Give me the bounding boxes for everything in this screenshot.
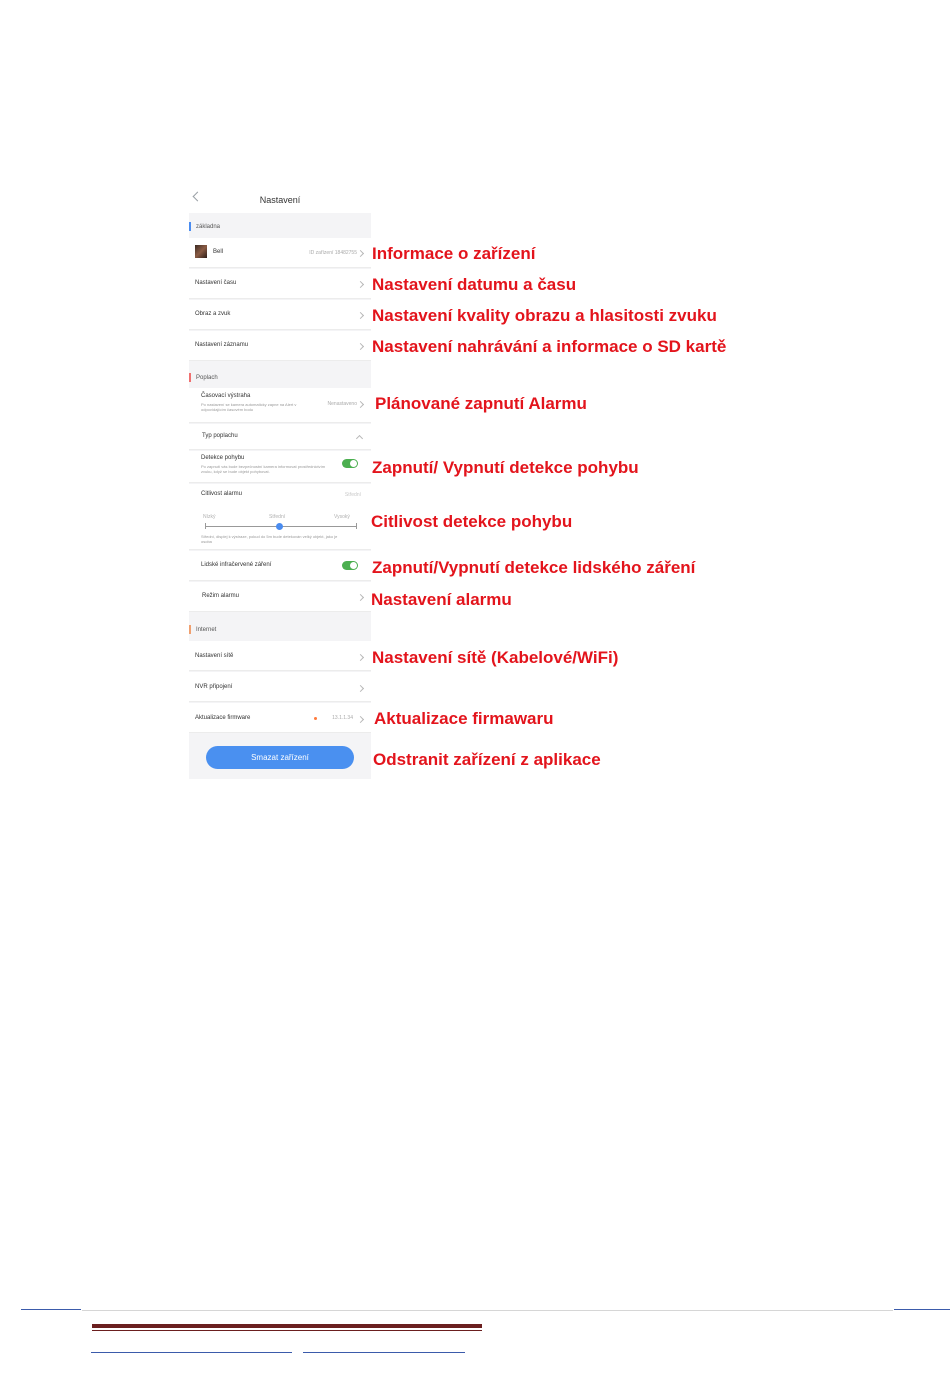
alarm-sensitivity-label: Citlivost alarmu xyxy=(201,491,243,497)
annotation-image-sound: Nastavení kvality obrazu a hlasitosti zv… xyxy=(372,306,717,325)
annotation-device-info: Informace o zařízení xyxy=(372,244,536,263)
chevron-right-icon xyxy=(356,684,365,693)
image-sound-row[interactable]: Obraz a zvuk xyxy=(189,300,371,330)
footer-link-underline[interactable] xyxy=(91,1352,292,1353)
timed-alert-label: Časovací výstraha xyxy=(201,393,251,399)
motion-detection-row: Detekce pohybu Po zapnutí vás bude bezpe… xyxy=(189,451,371,483)
time-settings-row[interactable]: Nastavení času xyxy=(189,269,371,299)
slider-tick xyxy=(356,523,357,529)
alarm-mode-row[interactable]: Režim alarmu xyxy=(189,582,371,612)
annotation-alarm-settings: Nastavení alarmu xyxy=(371,590,512,609)
footer-link-underline[interactable] xyxy=(303,1352,465,1353)
phone-settings-screenshot: Nastavení základna Bell ID zařízení 1848… xyxy=(189,183,371,779)
footer-brown-line xyxy=(92,1330,482,1331)
sensitivity-low-label: Nízký xyxy=(203,514,216,520)
network-settings-row[interactable]: Nastavení sítě xyxy=(189,641,371,671)
section-internet: Internet xyxy=(189,623,371,637)
device-row[interactable]: Bell ID zařízení 18482755 xyxy=(189,238,371,268)
nvr-label: NVR připojení xyxy=(195,684,233,690)
chevron-right-icon xyxy=(356,280,365,289)
slider-tick xyxy=(205,523,206,529)
record-settings-row[interactable]: Nastavení záznamu xyxy=(189,331,371,361)
sensitivity-description: Střední, displej k výstraze, pokud do 5m… xyxy=(201,534,338,544)
sensitivity-slider-knob[interactable] xyxy=(276,523,283,530)
chevron-right-icon xyxy=(356,715,365,724)
timed-alert-row[interactable]: Časovací výstraha Po nastavení se kamera… xyxy=(189,388,371,423)
network-settings-label: Nastavení sítě xyxy=(195,653,234,659)
page-title: Nastavení xyxy=(259,195,301,205)
firmware-version: 13.1.1.34 xyxy=(332,715,353,721)
annotation-network: Nastavení sítě (Kabelové/WiFi) xyxy=(372,648,619,667)
chevron-right-icon xyxy=(356,249,365,258)
section-alarm: Poplach xyxy=(189,371,371,385)
footer-line-right xyxy=(894,1309,950,1310)
chevron-right-icon xyxy=(356,342,365,351)
chevron-right-icon xyxy=(356,311,365,320)
alarm-sensitivity-row: Citlivost alarmu Střední Nízký Střední V… xyxy=(189,484,371,550)
annotation-firmware: Aktualizace firmawaru xyxy=(374,709,554,728)
chevron-right-icon xyxy=(356,593,365,602)
annotation-sensitivity: Citlivost detekce pohybu xyxy=(371,512,573,531)
annotation-recording: Nastavení nahrávání a informace o SD kar… xyxy=(372,337,727,356)
firmware-row[interactable]: Aktualizace firmware 13.1.1.34 xyxy=(189,703,371,733)
alarm-mode-label: Režim alarmu xyxy=(202,593,240,599)
footer-divider xyxy=(82,1310,893,1311)
timed-alert-value: Nenastaveno xyxy=(327,401,357,407)
annotation-remove-device: Odstranit zařízení z aplikace xyxy=(373,750,601,769)
motion-detection-toggle[interactable] xyxy=(342,459,358,468)
device-avatar xyxy=(195,245,207,258)
section-basic-label: základna xyxy=(196,224,221,230)
annotation-motion: Zapnutí/ Vypnutí detekce pohybu xyxy=(372,458,639,477)
footer-brown-bar xyxy=(92,1324,482,1328)
section-basic: základna xyxy=(189,220,371,234)
device-name: Bell xyxy=(213,249,224,255)
annotation-date-time: Nastavení datumu a času xyxy=(372,275,577,294)
delete-device-button[interactable]: Smazat zařízení xyxy=(206,746,354,769)
infrared-label: Lidské infračervené záření xyxy=(201,562,272,568)
footer-line-left xyxy=(21,1309,81,1310)
infrared-toggle[interactable] xyxy=(342,561,358,570)
annotation-human-radiation: Zapnutí/Vypnutí detekce lidského záření xyxy=(372,558,696,577)
alarm-type-row[interactable]: Typ poplachu xyxy=(189,424,371,450)
alarm-sensitivity-value: Střední xyxy=(344,492,361,498)
infrared-row: Lidské infračervené záření xyxy=(189,551,371,581)
chevron-right-icon xyxy=(356,400,365,409)
section-internet-label: Internet xyxy=(196,627,217,633)
section-alarm-label: Poplach xyxy=(196,375,218,381)
chevron-right-icon xyxy=(356,653,365,662)
firmware-label: Aktualizace firmware xyxy=(195,715,251,721)
alarm-type-label: Typ poplachu xyxy=(202,433,238,439)
timed-alert-description: Po nastavení se kamera automaticky zapne… xyxy=(201,402,297,412)
image-sound-label: Obraz a zvuk xyxy=(195,311,231,317)
annotation-alarm-schedule: Plánované zapnutí Alarmu xyxy=(375,394,587,413)
nvr-row[interactable]: NVR připojení xyxy=(189,672,371,702)
sensitivity-mid-label: Střední xyxy=(269,514,286,520)
device-id: ID zařízení 18482755 xyxy=(309,250,357,256)
update-dot-icon xyxy=(314,717,317,720)
header-bar: Nastavení xyxy=(189,183,371,213)
chevron-up-icon xyxy=(355,434,364,443)
motion-detection-label: Detekce pohybu xyxy=(201,455,245,461)
motion-detection-description: Po zapnutí vás bude bezpečnostní kamera … xyxy=(201,464,326,474)
record-settings-label: Nastavení záznamu xyxy=(195,342,249,348)
time-settings-label: Nastavení času xyxy=(195,280,237,286)
sensitivity-high-label: Vysoký xyxy=(334,514,350,520)
